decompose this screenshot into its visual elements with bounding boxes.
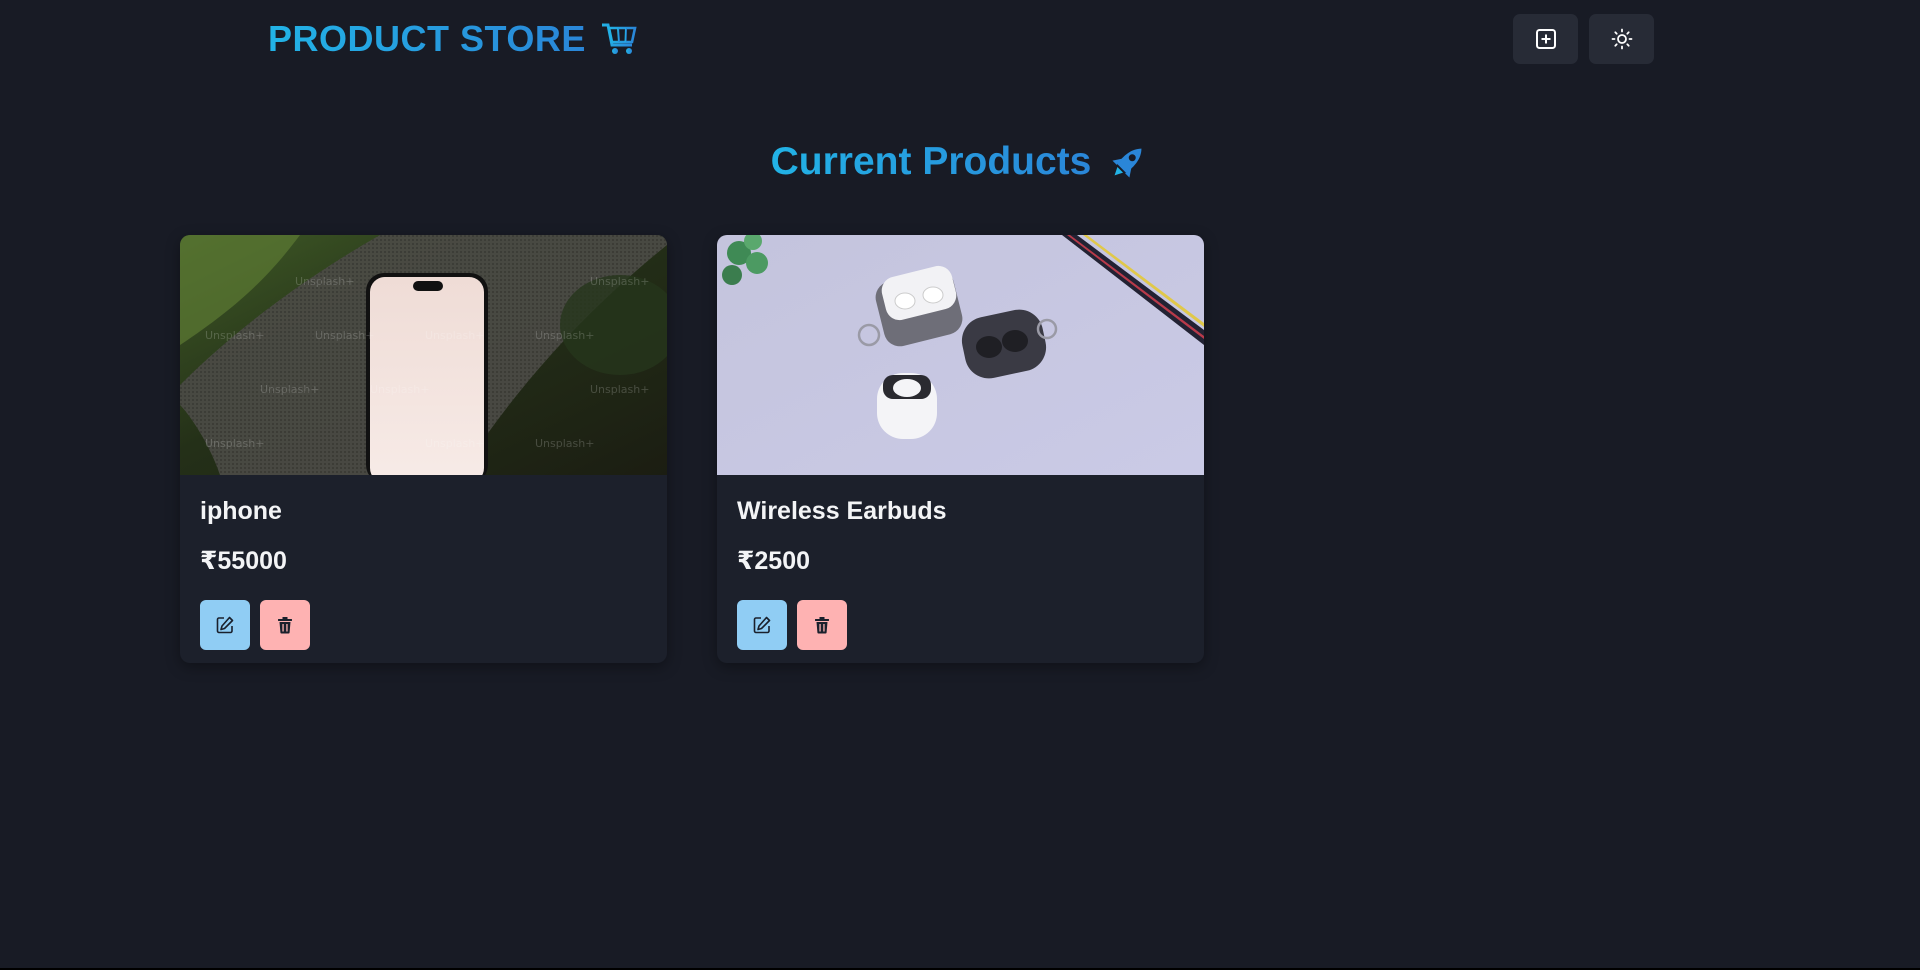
product-grid: Unsplash+ Unsplash+ Unsplash+ Unsplash+ … xyxy=(180,235,1204,663)
svg-text:Unsplash+: Unsplash+ xyxy=(535,437,594,450)
theme-toggle-button[interactable] xyxy=(1589,14,1654,64)
navbar-actions xyxy=(1513,14,1654,64)
svg-text:Unsplash+: Unsplash+ xyxy=(295,275,354,288)
product-image-phone: Unsplash+ Unsplash+ Unsplash+ Unsplash+ … xyxy=(180,235,667,475)
svg-text:Unsplash+: Unsplash+ xyxy=(590,275,649,288)
plus-square-icon xyxy=(1535,29,1556,49)
svg-text:Unsplash+: Unsplash+ xyxy=(260,383,319,396)
svg-text:Unsplash+: Unsplash+ xyxy=(315,329,374,342)
brand-title: PRODUCT STORE xyxy=(268,18,586,59)
page-title: Current Products xyxy=(770,140,1092,183)
product-name: iphone xyxy=(200,497,282,525)
brand-link[interactable]: PRODUCT STORE xyxy=(268,18,638,60)
edit-icon xyxy=(216,616,234,634)
create-product-button[interactable] xyxy=(1513,14,1578,64)
product-price: ₹2500 xyxy=(737,547,811,575)
product-image-earbuds xyxy=(717,235,1204,475)
svg-text:Unsplash+: Unsplash+ xyxy=(205,329,264,342)
product-price: ₹55000 xyxy=(200,547,287,575)
edit-product-button[interactable] xyxy=(200,600,250,650)
product-actions xyxy=(200,600,647,650)
delete-product-button[interactable] xyxy=(260,600,310,650)
svg-text:Unsplash+: Unsplash+ xyxy=(370,383,429,396)
svg-text:Unsplash+: Unsplash+ xyxy=(205,437,264,450)
trash-icon xyxy=(815,617,829,634)
rocket-icon xyxy=(1107,141,1149,183)
svg-text:Unsplash+: Unsplash+ xyxy=(535,329,594,342)
delete-product-button[interactable] xyxy=(797,600,847,650)
trash-icon xyxy=(278,617,292,634)
product-card: Unsplash+ Unsplash+ Unsplash+ Unsplash+ … xyxy=(180,235,667,663)
svg-text:Unsplash+: Unsplash+ xyxy=(590,383,649,396)
product-name: Wireless Earbuds xyxy=(737,497,947,525)
sun-icon xyxy=(1611,28,1632,50)
svg-text:Unsplash+: Unsplash+ xyxy=(425,437,484,450)
edit-icon xyxy=(753,616,771,634)
svg-text:Unsplash+: Unsplash+ xyxy=(425,329,484,342)
product-actions xyxy=(737,600,1184,650)
product-card: Wireless Earbuds ₹2500 xyxy=(717,235,1204,663)
edit-product-button[interactable] xyxy=(737,600,787,650)
page-heading: Current Products xyxy=(0,140,1920,184)
shopping-cart-icon xyxy=(600,21,638,57)
navbar: PRODUCT STORE xyxy=(0,0,1920,80)
